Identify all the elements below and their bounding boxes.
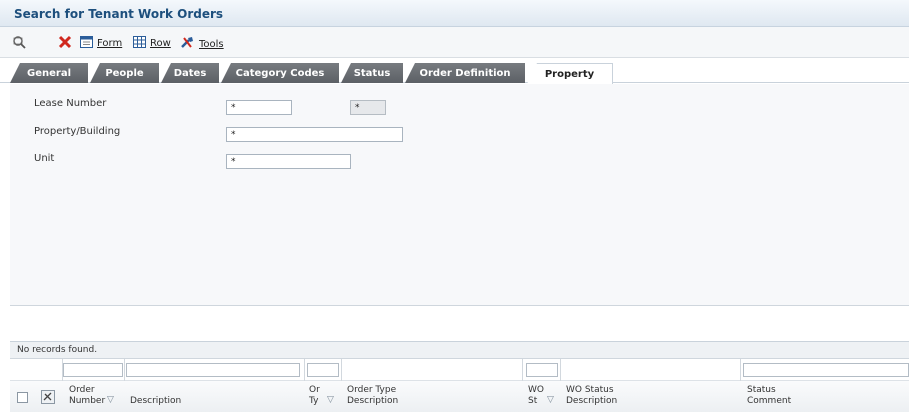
unit-input[interactable] bbox=[226, 154, 351, 169]
delete-button[interactable] bbox=[58, 35, 72, 52]
row-menu-label: Row bbox=[150, 38, 171, 49]
tab-order-definition-label: Order Definition bbox=[419, 67, 511, 79]
find-button[interactable] bbox=[12, 35, 26, 52]
col-order-number-line1: Order bbox=[69, 385, 95, 395]
form-menu-label: Form bbox=[97, 38, 123, 49]
select-all-checkbox[interactable] bbox=[17, 392, 28, 403]
tab-property-label: Property bbox=[544, 68, 595, 80]
find-icon bbox=[12, 35, 26, 52]
tab-people-label: People bbox=[105, 67, 144, 79]
col-wo-st-line2: St bbox=[528, 396, 538, 406]
col-wo-st[interactable]: WO St bbox=[528, 385, 544, 407]
lease-number-label: Lease Number bbox=[34, 98, 107, 109]
sort-icon[interactable]: ▽ bbox=[327, 395, 334, 405]
tab-general[interactable]: General bbox=[10, 63, 88, 83]
col-order-number-line2: Number bbox=[69, 396, 106, 406]
tab-property[interactable]: Property bbox=[527, 63, 613, 84]
qbe-order-number[interactable] bbox=[63, 363, 123, 377]
col-order-type-description[interactable]: Order Type Description bbox=[347, 385, 398, 407]
qbe-wo-st[interactable] bbox=[526, 363, 558, 377]
row-selector-icon[interactable] bbox=[41, 390, 55, 407]
delete-icon bbox=[58, 35, 72, 52]
form-menu[interactable]: Form bbox=[80, 36, 122, 51]
window-title: Search for Tenant Work Orders bbox=[14, 7, 224, 21]
tab-dates-label: Dates bbox=[173, 67, 207, 79]
title-bar: Search for Tenant Work Orders bbox=[0, 0, 909, 27]
tab-status[interactable]: Status bbox=[341, 63, 403, 83]
row-icon bbox=[133, 36, 146, 51]
tab-category-codes[interactable]: Category Codes bbox=[221, 63, 339, 83]
tab-general-label: General bbox=[27, 67, 71, 79]
lease-number-description bbox=[350, 100, 386, 115]
col-wo-st-line1: WO bbox=[528, 385, 544, 395]
sort-icon[interactable]: ▽ bbox=[547, 395, 554, 405]
col-status-comment-line2: Comment bbox=[747, 396, 792, 406]
tab-status-label: Status bbox=[353, 67, 391, 79]
qbe-status-comment[interactable] bbox=[743, 363, 909, 377]
col-description[interactable]: Description bbox=[130, 385, 181, 407]
col-status-comment[interactable]: Status Comment bbox=[747, 385, 791, 407]
property-building-label: Property/Building bbox=[34, 126, 121, 137]
tools-menu-label: Tools bbox=[199, 38, 224, 50]
col-order-type-description-line1: Order Type bbox=[347, 385, 397, 395]
col-wo-status-description-line1: WO Status bbox=[566, 385, 614, 395]
qbe-row bbox=[10, 359, 909, 381]
col-wo-status-description-line2: Description bbox=[566, 396, 618, 406]
col-status-comment-line1: Status bbox=[747, 385, 776, 395]
tab-dates[interactable]: Dates bbox=[161, 63, 219, 83]
col-or-ty[interactable]: Or Ty bbox=[309, 385, 320, 407]
qbe-or-ty[interactable] bbox=[307, 363, 339, 377]
property-building-input[interactable] bbox=[226, 127, 403, 142]
tools-menu[interactable]: Tools bbox=[180, 36, 224, 52]
lease-number-input[interactable] bbox=[226, 100, 292, 115]
col-or-ty-line1: Or bbox=[309, 385, 320, 395]
sort-icon[interactable]: ▽ bbox=[107, 395, 114, 405]
col-order-number[interactable]: Order Number bbox=[69, 385, 105, 407]
spacer bbox=[10, 306, 909, 341]
results-grid: No records found. Order Number ▽ Descrip… bbox=[10, 341, 909, 412]
col-description-line2: Description bbox=[130, 396, 182, 406]
tools-icon bbox=[180, 36, 195, 52]
col-order-type-description-line2: Description bbox=[347, 396, 399, 406]
tab-order-definition[interactable]: Order Definition bbox=[405, 63, 525, 83]
grid-status: No records found. bbox=[10, 342, 909, 359]
row-menu[interactable]: Row bbox=[133, 36, 171, 51]
tab-people[interactable]: People bbox=[90, 63, 159, 83]
property-form: Lease Number Property/Building Unit bbox=[10, 84, 909, 306]
col-or-ty-line2: Ty bbox=[309, 396, 319, 406]
form-icon bbox=[80, 36, 93, 51]
grid-header-row: Order Number ▽ Description Or Ty ▽ Order… bbox=[10, 381, 909, 412]
tab-category-codes-label: Category Codes bbox=[235, 67, 325, 79]
toolbar: Form Row Tools bbox=[0, 27, 909, 58]
unit-label: Unit bbox=[34, 153, 55, 164]
qbe-description[interactable] bbox=[126, 363, 300, 377]
col-wo-status-description[interactable]: WO Status Description bbox=[566, 385, 617, 407]
tab-strip: General People Dates Category Codes Stat… bbox=[0, 58, 909, 84]
